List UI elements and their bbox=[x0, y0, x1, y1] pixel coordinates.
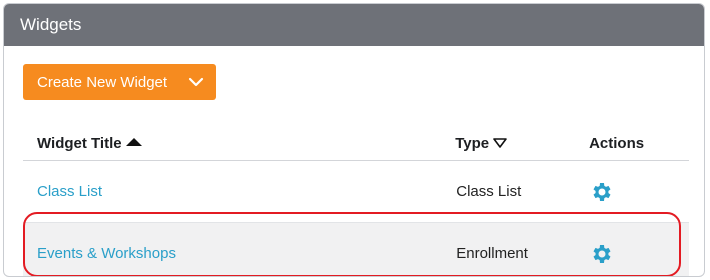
column-label-actions: Actions bbox=[589, 134, 645, 152]
widget-title-cell: Class List bbox=[23, 160, 456, 223]
gear-icon[interactable] bbox=[590, 242, 614, 266]
sort-descending-icon bbox=[493, 137, 507, 148]
create-new-widget-button[interactable]: Create New Widget bbox=[23, 64, 216, 100]
create-new-widget-label: Create New Widget bbox=[37, 73, 168, 91]
column-label-type: Type bbox=[455, 134, 490, 152]
widget-title-link[interactable]: Class List bbox=[37, 183, 102, 200]
table-row: Events & Workshops Enrollment bbox=[23, 222, 689, 276]
sort-ascending-icon bbox=[125, 137, 142, 146]
column-label-widget-title: Widget Title bbox=[37, 134, 122, 152]
widget-actions-cell bbox=[589, 160, 689, 223]
panel-title: Widgets bbox=[4, 4, 704, 46]
widget-type-cell: Class List bbox=[455, 160, 590, 223]
column-header-actions: Actions bbox=[589, 130, 689, 161]
widget-title-link[interactable]: Events & Workshops bbox=[37, 245, 176, 262]
table-row: Class List Class List bbox=[23, 160, 689, 223]
widget-title-cell: Events & Workshops bbox=[23, 222, 456, 276]
widget-actions-cell bbox=[589, 222, 689, 276]
widgets-table: Widget Title Type Actions Class List Cla… bbox=[23, 130, 689, 276]
chevron-down-icon bbox=[188, 77, 204, 87]
table-header-row: Widget Title Type Actions bbox=[23, 130, 689, 161]
gear-icon[interactable] bbox=[590, 180, 614, 204]
column-header-type[interactable]: Type bbox=[455, 130, 590, 161]
column-header-widget-title[interactable]: Widget Title bbox=[23, 130, 456, 161]
widgets-panel: Widgets Create New Widget Widget Title T… bbox=[3, 3, 705, 277]
widget-type-cell: Enrollment bbox=[455, 222, 590, 276]
